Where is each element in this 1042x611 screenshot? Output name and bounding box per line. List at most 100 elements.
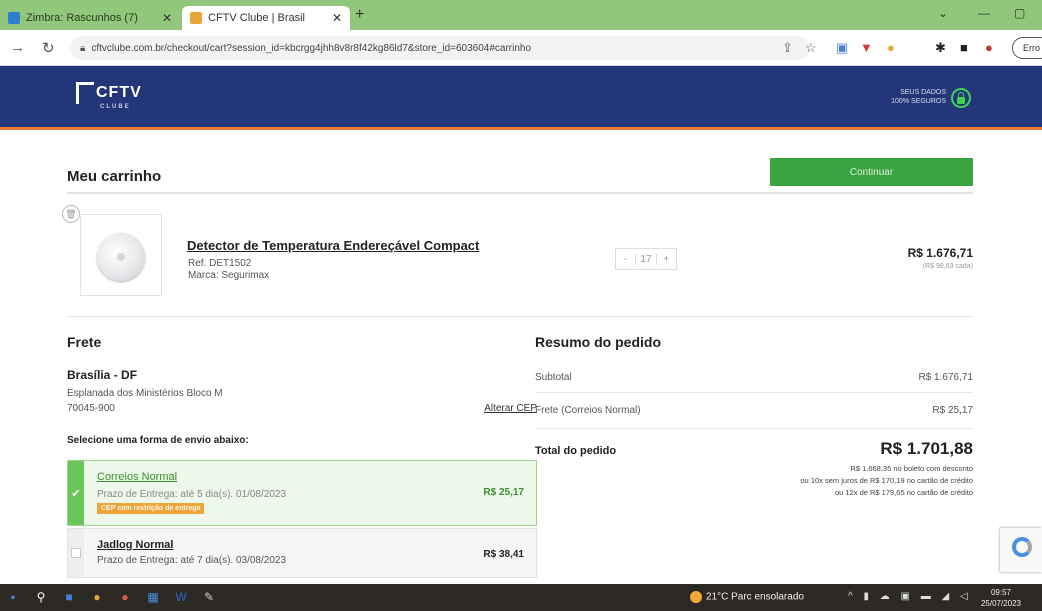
checkmark-icon: ✔: [68, 461, 84, 525]
weather-widget[interactable]: 21°C Parc ensolarado: [690, 591, 804, 603]
weather-text: 21°C Parc ensolarado: [706, 591, 804, 603]
start-icon[interactable]: ▪: [4, 588, 22, 606]
url-text: cftvclube.com.br/checkout/cart?session_i…: [91, 42, 532, 54]
frete-address: Esplanada dos Ministérios Bloco M: [67, 388, 223, 399]
item-unit-price: (R$ 98,63 cada): [922, 263, 973, 270]
sun-icon: [690, 591, 702, 603]
chrome-icon[interactable]: ●: [88, 588, 106, 606]
subtotal-label: Subtotal: [535, 372, 572, 383]
share-icon[interactable]: ⇪: [782, 40, 793, 56]
secure-line-1: SEUS DADOS: [900, 89, 946, 96]
product-image[interactable]: [80, 214, 162, 296]
cftv-favicon-icon: [190, 12, 202, 24]
zimbra-favicon-icon: [8, 12, 20, 24]
tab-cftv[interactable]: CFTV Clube | Brasil ✕: [182, 6, 350, 30]
system-tray-icons[interactable]: ^ ▮ ☁ ▣ ▬ ◢ ◁: [848, 591, 972, 602]
address-bar[interactable]: 🔒︎ cftvclube.com.br/checkout/cart?sessio…: [70, 36, 810, 60]
logo-text: CFTV: [96, 84, 142, 102]
new-tab-button[interactable]: +: [355, 6, 364, 24]
extension-icon[interactable]: ▣: [836, 40, 848, 56]
lock-icon: 🔒︎: [80, 42, 86, 54]
padlock-icon: [951, 88, 971, 108]
secure-line-2: 100% SEGUROS: [891, 98, 946, 105]
shipping-option-desc: Prazo de Entrega: até 5 dia(s). 01/08/20…: [97, 489, 287, 500]
bookmark-star-icon[interactable]: ☆: [805, 40, 817, 56]
continue-button[interactable]: Continuar: [770, 158, 973, 186]
quantity-stepper: - 17 +: [615, 248, 677, 270]
recaptcha-badge[interactable]: [1000, 528, 1042, 572]
avatar-icon[interactable]: ●: [985, 40, 993, 55]
frete-cep: 70045-900: [67, 403, 115, 414]
close-icon[interactable]: ✕: [332, 11, 342, 25]
reload-icon[interactable]: ↻: [42, 39, 55, 57]
secure-badge-text: SEUS DADOS 100% SEGUROS: [872, 88, 946, 106]
app-icon[interactable]: ✎: [200, 588, 218, 606]
sidebar-icon[interactable]: ■: [960, 40, 968, 55]
shipping-option-correios[interactable]: ✔ Correios Normal Prazo de Entrega: até …: [67, 460, 537, 526]
shipping-option-desc: Prazo de Entrega: até 7 dia(s). 03/08/20…: [97, 555, 287, 566]
restriction-badge: CEP com restrição de entrega: [97, 503, 205, 514]
word-icon[interactable]: W: [172, 588, 190, 606]
payment-note: ou 10x sem juros de R$ 170,19 no cartão …: [800, 476, 973, 485]
alter-cep-link[interactable]: Alterar CEP: [440, 403, 537, 414]
total-label: Total do pedido: [535, 445, 617, 457]
qty-input[interactable]: 17: [635, 253, 657, 265]
frete-summary-label: Frete (Correios Normal): [535, 405, 641, 416]
logo-sub: CLUBE: [100, 104, 131, 110]
trash-icon[interactable]: 🗑︎: [62, 205, 80, 223]
divider: [67, 316, 973, 317]
product-brand: Marca: Segurimax: [188, 270, 270, 281]
shield-icon[interactable]: ▼: [860, 40, 873, 55]
frete-title: Frete: [67, 334, 102, 350]
shipping-select-label: Selecione uma forma de envio abaixo:: [67, 435, 249, 446]
forward-icon[interactable]: →: [10, 39, 25, 56]
shipping-option-jadlog[interactable]: Jadlog Normal Prazo de Entrega: até 7 di…: [67, 528, 537, 578]
calculator-icon[interactable]: ▦: [144, 588, 162, 606]
clock[interactable]: 09:57 25/07/2023: [976, 587, 1026, 609]
browser-toolbar: → ↻ 🔒︎ cftvclube.com.br/checkout/cart?se…: [0, 30, 1042, 66]
shipping-option-price: R$ 38,41: [483, 549, 524, 560]
file-explorer-icon[interactable]: ■: [60, 588, 78, 606]
total-value: R$ 1.701,88: [880, 439, 973, 458]
extension-icon[interactable]: ●: [887, 40, 895, 55]
tab-label: Zimbra: Rascunhos (7): [26, 12, 138, 24]
summary-title: Resumo do pedido: [535, 334, 661, 350]
site-header: CFTV CLUBE SEUS DADOS 100% SEGUROS: [0, 66, 1042, 130]
recaptcha-icon: [1012, 537, 1032, 557]
profile-button[interactable]: Erro: [1012, 37, 1042, 59]
divider: [535, 392, 973, 393]
puzzle-icon[interactable]: ✱: [935, 40, 946, 56]
browser-tabstrip: Zimbra: Rascunhos (7) ✕ CFTV Clube | Bra…: [0, 0, 1042, 30]
tab-zimbra[interactable]: Zimbra: Rascunhos (7) ✕: [0, 6, 180, 30]
qty-plus-button[interactable]: +: [657, 254, 676, 265]
shipping-option-price: R$ 25,17: [483, 487, 524, 498]
chevron-down-icon[interactable]: ⌄: [938, 6, 948, 20]
cart-title: Meu carrinho: [67, 168, 162, 185]
frete-summary-value: R$ 25,17: [932, 405, 973, 416]
tab-label: CFTV Clube | Brasil: [208, 12, 305, 24]
product-name[interactable]: Detector de Temperatura Endereçável Comp…: [187, 238, 479, 253]
clock-date: 25/07/2023: [980, 599, 1022, 608]
divider: [67, 192, 973, 194]
clock-time: 09:57: [990, 588, 1012, 597]
site-logo[interactable]: CFTV CLUBE: [76, 82, 142, 110]
minimize-icon[interactable]: —: [978, 6, 990, 20]
frete-city: Brasília - DF: [67, 368, 138, 382]
payment-note: ou 12x de R$ 179,65 no cartão de crédito: [834, 488, 973, 497]
logo-mark-icon: [76, 82, 94, 104]
checkbox[interactable]: [68, 529, 84, 577]
restore-icon[interactable]: ▢: [1014, 6, 1025, 20]
item-total: R$ 1.676,71: [907, 246, 973, 260]
close-icon[interactable]: ✕: [162, 11, 172, 25]
taskbar: ▪ ⚲ ■ ● ● ▦ W ✎ 21°C Parc ensolarado ^ ▮…: [0, 584, 1042, 611]
shipping-option-name[interactable]: Correios Normal: [97, 471, 177, 483]
divider: [535, 428, 973, 429]
qty-minus-button[interactable]: -: [616, 254, 635, 265]
shipping-option-name[interactable]: Jadlog Normal: [97, 539, 173, 551]
subtotal-value: R$ 1.676,71: [918, 372, 974, 383]
app-icon[interactable]: ●: [116, 588, 134, 606]
payment-note: R$ 1.668,35 no boleto com desconto: [850, 464, 973, 473]
product-ref: Ref. DET1502: [188, 258, 252, 269]
detector-icon: [97, 233, 145, 281]
search-icon[interactable]: ⚲: [32, 588, 50, 606]
